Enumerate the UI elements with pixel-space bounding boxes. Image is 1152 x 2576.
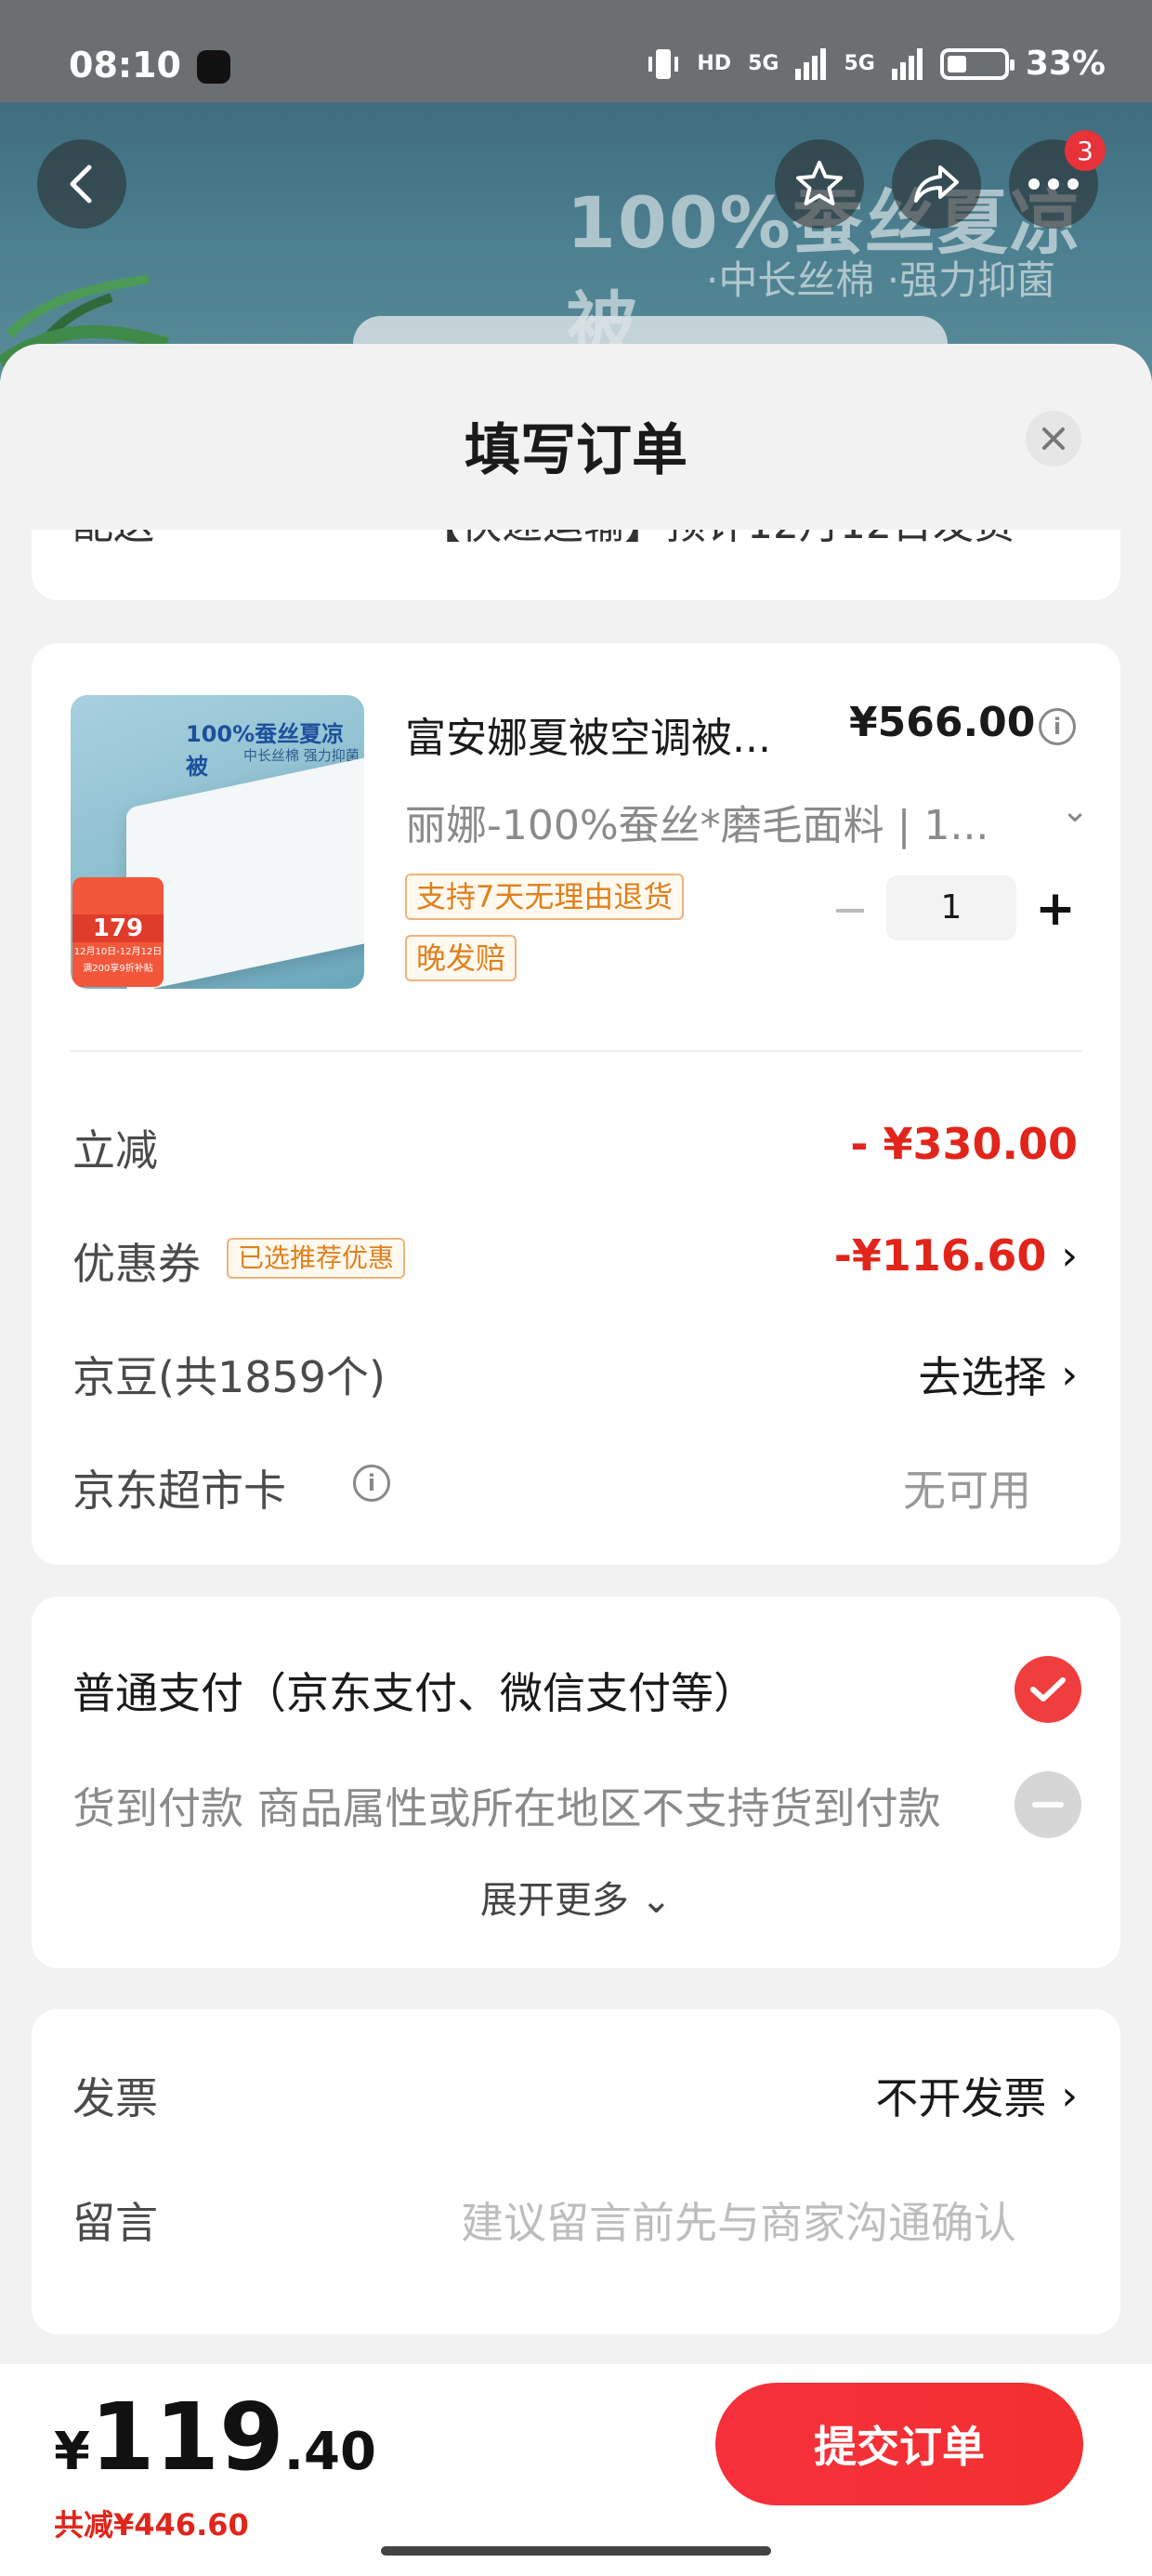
coupon-value: -¥116.60 — [833, 1230, 1047, 1281]
payment-option-normal[interactable]: 普通支付（京东支付、微信支付等） — [72, 1660, 756, 1721]
checkmark-icon[interactable] — [1015, 1656, 1081, 1723]
battery-percent: 33% — [1025, 45, 1106, 83]
product-spec[interactable]: 丽娜-100%蚕丝*磨毛面料 | 1... — [405, 792, 988, 851]
chevron-down-icon[interactable]: ⌄ — [1061, 792, 1089, 830]
quantity-decrease-button[interactable]: − — [827, 887, 873, 933]
invoice-row[interactable]: 不开发票 › — [875, 2065, 1078, 2126]
star-icon — [796, 161, 843, 205]
chevron-right-icon: › — [1061, 2071, 1078, 2120]
vibrate-icon — [648, 48, 679, 79]
product-title[interactable]: 富安娜夏被空调被... — [405, 704, 771, 764]
expand-more-button[interactable]: 展开更多 ⌄ — [32, 1870, 1120, 1924]
instant-discount-label: 立减 — [72, 1125, 158, 1176]
hd-icon: HD — [697, 51, 732, 75]
favorite-button[interactable] — [775, 139, 864, 229]
close-button[interactable] — [1026, 411, 1081, 467]
back-button[interactable] — [37, 139, 126, 229]
supermarket-card-row: 无可用 — [903, 1457, 1031, 1518]
jd-beans-row[interactable]: 去选择 › — [918, 1344, 1078, 1405]
price-info-icon[interactable]: i — [1039, 708, 1076, 745]
submit-order-button[interactable]: 提交订单 — [715, 2383, 1083, 2505]
total-integer: 119 — [89, 2383, 284, 2491]
disabled-option-icon — [1015, 1771, 1081, 1838]
signal-5g-icon-2: 5G — [844, 51, 875, 75]
divider — [71, 1050, 1081, 1052]
coupon-row[interactable]: -¥116.60 › — [834, 1230, 1078, 1281]
sheet-header: 填写订单 — [0, 344, 1152, 530]
message-count-badge: 3 — [1065, 130, 1106, 171]
status-time: 08:10 — [69, 45, 181, 85]
chevron-down-icon: ⌄ — [640, 1879, 673, 1922]
product-image-promo-date: 12月10日-12月12日 — [73, 947, 163, 957]
more-button[interactable]: 3 — [1009, 130, 1106, 229]
instant-discount-value: - ¥330.00 — [850, 1119, 1078, 1169]
order-sheet: 配送 【快递运输】预计12月12日发货 填写订单 100%蚕丝夏凉被 中长丝棉 … — [0, 344, 1152, 2576]
invoice-label: 发票 — [72, 2073, 158, 2123]
supermarket-card-value: 无可用 — [903, 1465, 1031, 1516]
more-dots-icon — [1028, 178, 1079, 190]
product-image-promo-rule: 满200享9折补贴 — [83, 964, 153, 974]
payment-option-cod: 货到付款 商品属性或所在地区不支持货到付款 — [72, 1783, 941, 1833]
currency-symbol: ¥ — [54, 2422, 90, 2482]
share-button[interactable] — [892, 139, 981, 229]
note-label: 留言 — [72, 2198, 158, 2248]
late-compensation-tag: 晚发赔 — [405, 935, 517, 981]
home-indicator[interactable] — [381, 2546, 771, 2556]
sheet-title: 填写订单 — [465, 418, 687, 483]
signal-5g-icon: 5G — [748, 51, 779, 75]
expand-more-label: 展开更多 — [479, 1879, 629, 1922]
total-price: ¥119.40 — [54, 2383, 376, 2491]
invoice-card: 发票 不开发票 › 留言 建议留言前先与商家沟通确认 — [32, 2009, 1120, 2334]
product-image-price: 179 — [72, 914, 164, 942]
jd-beans-label: 京豆(共1859个) — [72, 1352, 386, 1402]
instant-discount-row: - ¥330.00 — [850, 1119, 1078, 1169]
share-icon — [914, 165, 959, 203]
total-saved: 共减¥446.60 — [54, 2507, 249, 2543]
jd-beans-value: 去选择 — [918, 1352, 1047, 1402]
status-indicators: HD 5G 5G 33% — [647, 45, 1106, 83]
signal-bars-icon — [795, 47, 827, 80]
total-decimal: .40 — [283, 2422, 376, 2482]
status-bar: 08:10 HD 5G 5G 33% — [0, 0, 1152, 102]
app-notification-icon — [197, 50, 230, 84]
quantity-increase-button[interactable]: + — [1031, 885, 1080, 933]
quantity-input[interactable]: 1 — [886, 875, 1016, 940]
supermarket-card-info-icon[interactable]: i — [353, 1465, 390, 1502]
banner-subtitle: ·中长丝棉 ·强力抑菌 — [706, 257, 1056, 303]
chevron-right-icon: › — [1061, 1350, 1078, 1399]
signal-bars-icon-2 — [891, 47, 923, 80]
product-price: ¥566.00 — [849, 699, 1036, 746]
product-card: 100%蚕丝夏凉被 中长丝棉 强力抑菌 179 12月10日-12月12日 满2… — [32, 643, 1120, 1565]
battery-icon — [939, 47, 1015, 80]
invoice-value: 不开发票 — [875, 2073, 1047, 2123]
chevron-left-icon — [70, 164, 92, 204]
note-placeholder: 建议留言前先与商家沟通确认 — [461, 2198, 1016, 2248]
close-icon — [1042, 427, 1065, 450]
note-input[interactable]: 建议留言前先与商家沟通确认 — [461, 2189, 1016, 2251]
coupon-selected-tag: 已选推荐优惠 — [227, 1238, 406, 1279]
payment-card: 普通支付（京东支付、微信支付等） 货到付款 商品属性或所在地区不支持货到付款 展… — [32, 1597, 1120, 1968]
coupon-label: 优惠券 — [72, 1239, 201, 1289]
return-policy-tag: 支持7天无理由退货 — [405, 874, 685, 920]
product-image-promo: 179 12月10日-12月12日 满200享9折补贴 — [72, 877, 164, 987]
checkout-bar: ¥119.40 共减¥446.60 提交订单 — [0, 2364, 1152, 2576]
chevron-right-icon: › — [1061, 1231, 1078, 1280]
supermarket-card-label: 京东超市卡 — [72, 1465, 286, 1516]
product-image[interactable]: 100%蚕丝夏凉被 中长丝棉 强力抑菌 179 12月10日-12月12日 满2… — [71, 695, 364, 989]
